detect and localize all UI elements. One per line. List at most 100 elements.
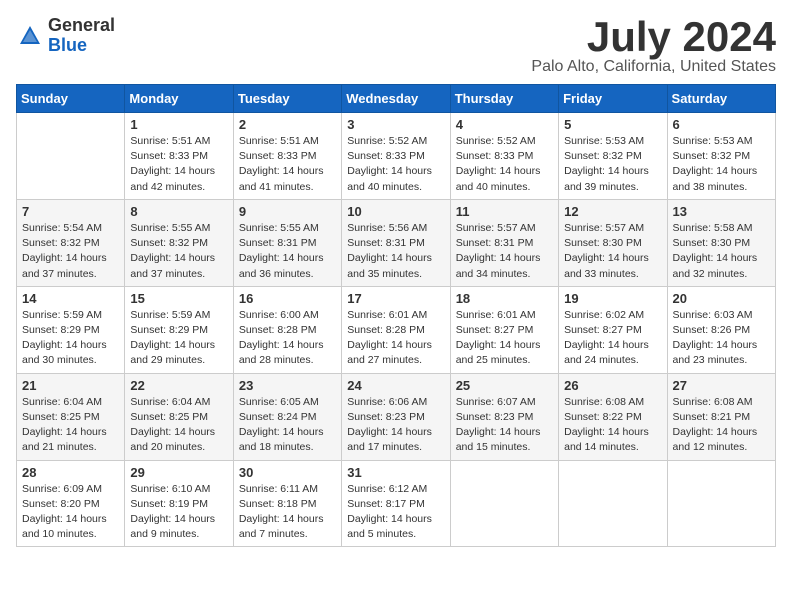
calendar-cell: 9 Sunrise: 5:55 AM Sunset: 8:31 PM Daylig… <box>233 199 341 286</box>
day-number: 30 <box>239 465 336 480</box>
calendar-cell: 27 Sunrise: 6:08 AM Sunset: 8:21 PM Dayli… <box>667 373 775 460</box>
calendar-cell: 3 Sunrise: 5:52 AM Sunset: 8:33 PM Daylig… <box>342 113 450 200</box>
logo-blue-text: Blue <box>48 36 115 56</box>
day-info: Sunrise: 5:51 AM Sunset: 8:33 PM Dayligh… <box>239 134 336 195</box>
day-info: Sunrise: 5:55 AM Sunset: 8:32 PM Dayligh… <box>130 221 227 282</box>
day-number: 28 <box>22 465 119 480</box>
weekday-header-thursday: Thursday <box>450 85 558 113</box>
calendar-cell: 7Sunrise: 5:54 AM Sunset: 8:32 PM Daylig… <box>17 199 125 286</box>
day-info: Sunrise: 6:09 AM Sunset: 8:20 PM Dayligh… <box>22 482 119 543</box>
day-number: 15 <box>130 291 227 306</box>
day-number: 8 <box>130 204 227 219</box>
day-number: 9 <box>239 204 336 219</box>
weekday-header-sunday: Sunday <box>17 85 125 113</box>
calendar-header-row: SundayMondayTuesdayWednesdayThursdayFrid… <box>17 85 776 113</box>
day-info: Sunrise: 5:59 AM Sunset: 8:29 PM Dayligh… <box>22 308 119 369</box>
calendar-cell: 29 Sunrise: 6:10 AM Sunset: 8:19 PM Dayli… <box>125 460 233 547</box>
calendar-cell: 8 Sunrise: 5:55 AM Sunset: 8:32 PM Daylig… <box>125 199 233 286</box>
day-number: 24 <box>347 378 444 393</box>
day-info: Sunrise: 6:06 AM Sunset: 8:23 PM Dayligh… <box>347 395 444 456</box>
weekday-header-wednesday: Wednesday <box>342 85 450 113</box>
day-number: 26 <box>564 378 661 393</box>
day-info: Sunrise: 5:53 AM Sunset: 8:32 PM Dayligh… <box>673 134 770 195</box>
day-number: 29 <box>130 465 227 480</box>
logo-general-text: General <box>48 16 115 36</box>
day-number: 18 <box>456 291 553 306</box>
day-info: Sunrise: 6:03 AM Sunset: 8:26 PM Dayligh… <box>673 308 770 369</box>
calendar-cell: 12Sunrise: 5:57 AM Sunset: 8:30 PM Dayli… <box>559 199 667 286</box>
day-info: Sunrise: 5:52 AM Sunset: 8:33 PM Dayligh… <box>347 134 444 195</box>
day-info: Sunrise: 5:56 AM Sunset: 8:31 PM Dayligh… <box>347 221 444 282</box>
day-number: 11 <box>456 204 553 219</box>
day-info: Sunrise: 6:05 AM Sunset: 8:24 PM Dayligh… <box>239 395 336 456</box>
day-number: 17 <box>347 291 444 306</box>
month-title: July 2024 <box>531 16 776 58</box>
calendar-cell: 22 Sunrise: 6:04 AM Sunset: 8:25 PM Dayli… <box>125 373 233 460</box>
calendar-cell: 15 Sunrise: 5:59 AM Sunset: 8:29 PM Dayli… <box>125 286 233 373</box>
calendar-cell <box>450 460 558 547</box>
day-info: Sunrise: 6:00 AM Sunset: 8:28 PM Dayligh… <box>239 308 336 369</box>
calendar-cell: 26 Sunrise: 6:08 AM Sunset: 8:22 PM Dayli… <box>559 373 667 460</box>
day-info: Sunrise: 6:04 AM Sunset: 8:25 PM Dayligh… <box>22 395 119 456</box>
calendar-cell: 18Sunrise: 6:01 AM Sunset: 8:27 PM Dayli… <box>450 286 558 373</box>
logo-text: General Blue <box>48 16 115 56</box>
calendar-body: 1Sunrise: 5:51 AM Sunset: 8:33 PM Daylig… <box>17 113 776 547</box>
calendar-cell: 30 Sunrise: 6:11 AM Sunset: 8:18 PM Dayli… <box>233 460 341 547</box>
day-info: Sunrise: 6:08 AM Sunset: 8:21 PM Dayligh… <box>673 395 770 456</box>
day-number: 20 <box>673 291 770 306</box>
day-number: 21 <box>22 378 119 393</box>
day-info: Sunrise: 6:07 AM Sunset: 8:23 PM Dayligh… <box>456 395 553 456</box>
calendar-table: SundayMondayTuesdayWednesdayThursdayFrid… <box>16 84 776 547</box>
calendar-cell: 14Sunrise: 5:59 AM Sunset: 8:29 PM Dayli… <box>17 286 125 373</box>
day-info: Sunrise: 5:53 AM Sunset: 8:32 PM Dayligh… <box>564 134 661 195</box>
calendar-cell: 31Sunrise: 6:12 AM Sunset: 8:17 PM Dayli… <box>342 460 450 547</box>
calendar-cell: 13Sunrise: 5:58 AM Sunset: 8:30 PM Dayli… <box>667 199 775 286</box>
weekday-header-monday: Monday <box>125 85 233 113</box>
day-number: 6 <box>673 117 770 132</box>
calendar-cell: 19Sunrise: 6:02 AM Sunset: 8:27 PM Dayli… <box>559 286 667 373</box>
day-number: 4 <box>456 117 553 132</box>
calendar-cell: 11 Sunrise: 5:57 AM Sunset: 8:31 PM Dayli… <box>450 199 558 286</box>
calendar-cell: 28 Sunrise: 6:09 AM Sunset: 8:20 PM Dayli… <box>17 460 125 547</box>
day-info: Sunrise: 5:59 AM Sunset: 8:29 PM Dayligh… <box>130 308 227 369</box>
logo: General Blue <box>16 16 115 56</box>
day-number: 22 <box>130 378 227 393</box>
day-info: Sunrise: 5:52 AM Sunset: 8:33 PM Dayligh… <box>456 134 553 195</box>
weekday-header-friday: Friday <box>559 85 667 113</box>
calendar-week-1: 1Sunrise: 5:51 AM Sunset: 8:33 PM Daylig… <box>17 113 776 200</box>
calendar-cell: 5Sunrise: 5:53 AM Sunset: 8:32 PM Daylig… <box>559 113 667 200</box>
logo-icon <box>16 22 44 50</box>
calendar-cell: 6 Sunrise: 5:53 AM Sunset: 8:32 PM Daylig… <box>667 113 775 200</box>
calendar-cell: 24 Sunrise: 6:06 AM Sunset: 8:23 PM Dayli… <box>342 373 450 460</box>
day-number: 2 <box>239 117 336 132</box>
day-info: Sunrise: 5:51 AM Sunset: 8:33 PM Dayligh… <box>130 134 227 195</box>
calendar-cell: 16 Sunrise: 6:00 AM Sunset: 8:28 PM Dayli… <box>233 286 341 373</box>
title-area: July 2024 Palo Alto, California, United … <box>531 16 776 76</box>
day-info: Sunrise: 6:12 AM Sunset: 8:17 PM Dayligh… <box>347 482 444 543</box>
day-number: 16 <box>239 291 336 306</box>
day-number: 10 <box>347 204 444 219</box>
calendar-week-2: 7Sunrise: 5:54 AM Sunset: 8:32 PM Daylig… <box>17 199 776 286</box>
day-number: 7 <box>22 204 119 219</box>
day-number: 3 <box>347 117 444 132</box>
day-number: 25 <box>456 378 553 393</box>
calendar-cell: 20 Sunrise: 6:03 AM Sunset: 8:26 PM Dayli… <box>667 286 775 373</box>
weekday-header-saturday: Saturday <box>667 85 775 113</box>
day-info: Sunrise: 5:57 AM Sunset: 8:31 PM Dayligh… <box>456 221 553 282</box>
calendar-cell <box>559 460 667 547</box>
calendar-week-4: 21 Sunrise: 6:04 AM Sunset: 8:25 PM Dayli… <box>17 373 776 460</box>
calendar-cell: 23 Sunrise: 6:05 AM Sunset: 8:24 PM Dayli… <box>233 373 341 460</box>
header: General Blue July 2024 Palo Alto, Califo… <box>16 16 776 76</box>
calendar-cell: 25 Sunrise: 6:07 AM Sunset: 8:23 PM Dayli… <box>450 373 558 460</box>
calendar-cell: 1Sunrise: 5:51 AM Sunset: 8:33 PM Daylig… <box>125 113 233 200</box>
calendar-cell: 17Sunrise: 6:01 AM Sunset: 8:28 PM Dayli… <box>342 286 450 373</box>
day-info: Sunrise: 6:10 AM Sunset: 8:19 PM Dayligh… <box>130 482 227 543</box>
day-info: Sunrise: 5:57 AM Sunset: 8:30 PM Dayligh… <box>564 221 661 282</box>
calendar-cell: 21 Sunrise: 6:04 AM Sunset: 8:25 PM Dayli… <box>17 373 125 460</box>
day-info: Sunrise: 5:55 AM Sunset: 8:31 PM Dayligh… <box>239 221 336 282</box>
day-info: Sunrise: 6:04 AM Sunset: 8:25 PM Dayligh… <box>130 395 227 456</box>
day-number: 27 <box>673 378 770 393</box>
day-info: Sunrise: 6:08 AM Sunset: 8:22 PM Dayligh… <box>564 395 661 456</box>
day-number: 23 <box>239 378 336 393</box>
day-info: Sunrise: 6:11 AM Sunset: 8:18 PM Dayligh… <box>239 482 336 543</box>
